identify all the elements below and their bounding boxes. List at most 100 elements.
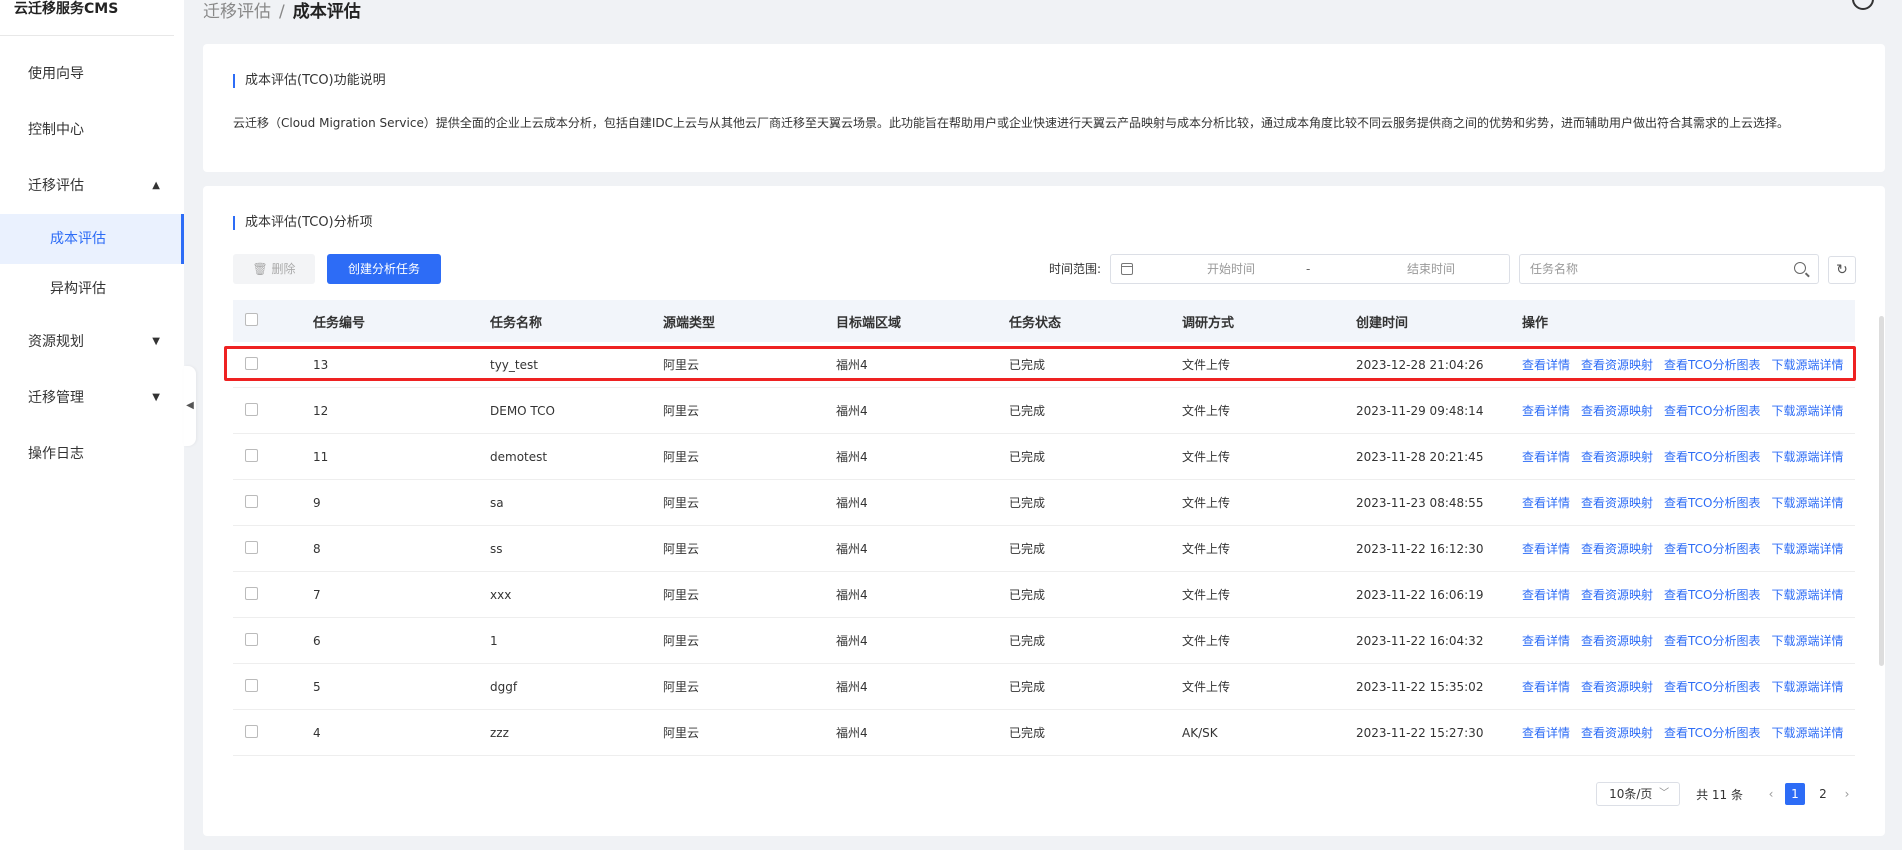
view-details-link[interactable]: 查看详情 [1522,634,1570,648]
prev-page-button[interactable]: ‹ [1761,787,1781,801]
view-details-link[interactable]: 查看详情 [1522,680,1570,694]
cell-target-region: 福州4 [836,588,868,602]
refresh-button[interactable]: ↻ [1828,256,1856,284]
date-range-picker[interactable]: 开始时间 - 结束时间 [1110,254,1510,284]
sidebar-item-operation-log[interactable]: 操作日志 [0,426,184,482]
next-page-button[interactable]: › [1837,787,1857,801]
calendar-icon [1121,263,1133,275]
view-resource-mapping-link[interactable]: 查看资源映射 [1581,726,1653,740]
download-source-details-link[interactable]: 下载源端详情 [1771,404,1843,418]
cell-task-id: 12 [313,403,329,418]
view-tco-chart-link[interactable]: 查看TCO分析图表 [1664,542,1760,556]
view-resource-mapping-link[interactable]: 查看资源映射 [1581,634,1653,648]
view-tco-chart-link[interactable]: 查看TCO分析图表 [1664,358,1760,372]
row-checkbox[interactable] [245,540,258,554]
cell-source-type: 阿里云 [663,542,700,556]
cell-task-name: DEMO TCO [490,403,555,418]
download-source-details-link[interactable]: 下载源端详情 [1771,588,1843,602]
view-tco-chart-link[interactable]: 查看TCO分析图表 [1664,726,1760,740]
view-resource-mapping-link[interactable]: 查看资源映射 [1581,680,1653,694]
sidebar-item-migration-assessment[interactable]: 迁移评估 ▲ [0,158,184,214]
cell-target-region: 福州4 [836,358,868,372]
start-date-input[interactable]: 开始时间 [1181,255,1281,283]
sidebar-item-resource-planning[interactable]: 资源规划 ▼ [0,314,184,370]
cell-created-time: 2023-11-22 16:06:19 [1356,587,1484,602]
cell-task-name: xxx [490,587,512,602]
view-tco-chart-link[interactable]: 查看TCO分析图表 [1664,404,1760,418]
page-size-select[interactable]: 10条/页 ﹀ [1596,782,1681,806]
chevron-up-icon: ▲ [152,180,160,191]
page-2-button[interactable]: 2 [1813,783,1833,805]
header-created-time: 创建时间 [1356,315,1409,331]
download-source-details-link[interactable]: 下载源端详情 [1771,680,1843,694]
sidebar-item-heterogeneous-assessment[interactable]: 异构评估 [0,264,184,314]
sidebar-item-cost-assessment[interactable]: 成本评估 [0,214,184,264]
view-details-link[interactable]: 查看详情 [1522,542,1570,556]
cell-target-region: 福州4 [836,680,868,694]
cell-source-type: 阿里云 [663,404,700,418]
table-row: 11 demotest 阿里云 福州4 已完成 文件上传 2023-11-28 20:21:… [233,434,1855,480]
view-tco-chart-link[interactable]: 查看TCO分析图表 [1664,496,1760,510]
sidebar-item-guide[interactable]: 使用向导 [0,46,184,102]
create-task-button[interactable]: 创建分析任务 [327,254,441,284]
view-details-link[interactable]: 查看详情 [1522,726,1570,740]
breadcrumb-parent[interactable]: 迁移评估 [203,2,271,22]
sidebar-collapse-toggle[interactable]: ◀ [184,366,196,446]
cell-task-status: 已完成 [1009,358,1046,372]
row-checkbox[interactable] [245,724,258,738]
view-details-link[interactable]: 查看详情 [1522,496,1570,510]
row-checkbox[interactable] [245,678,258,692]
view-resource-mapping-link[interactable]: 查看资源映射 [1581,358,1653,372]
view-resource-mapping-link[interactable]: 查看资源映射 [1581,450,1653,464]
download-source-details-link[interactable]: 下载源端详情 [1771,634,1843,648]
view-details-link[interactable]: 查看详情 [1522,404,1570,418]
sidebar-item-migration-management[interactable]: 迁移管理 ▼ [0,370,184,426]
search-input[interactable] [1520,255,1770,283]
view-resource-mapping-link[interactable]: 查看资源映射 [1581,496,1653,510]
download-source-details-link[interactable]: 下载源端详情 [1771,450,1843,464]
view-details-link[interactable]: 查看详情 [1522,450,1570,464]
end-date-input[interactable]: 结束时间 [1381,255,1481,283]
cell-task-status: 已完成 [1009,542,1046,556]
chevron-left-icon: ◀ [186,400,194,411]
search-icon[interactable] [1794,262,1806,274]
view-tco-chart-link[interactable]: 查看TCO分析图表 [1664,634,1760,648]
table-row: 9 sa 阿里云 福州4 已完成 文件上传 2023-11-23 08:48:55 查看详情查… [233,480,1855,526]
header-task-id: 任务编号 [313,315,366,331]
download-source-details-link[interactable]: 下载源端详情 [1771,496,1843,510]
cell-task-id: 6 [313,633,321,648]
user-avatar-icon[interactable] [1852,0,1874,10]
cell-created-time: 2023-11-29 09:48:14 [1356,403,1484,418]
cell-task-status: 已完成 [1009,588,1046,602]
view-resource-mapping-link[interactable]: 查看资源映射 [1581,404,1653,418]
view-details-link[interactable]: 查看详情 [1522,358,1570,372]
delete-button[interactable]: 🗑︎ 删除 [233,254,315,284]
view-tco-chart-link[interactable]: 查看TCO分析图表 [1664,588,1760,602]
row-checkbox[interactable] [245,356,258,370]
view-resource-mapping-link[interactable]: 查看资源映射 [1581,588,1653,602]
row-checkbox[interactable] [245,586,258,600]
cell-source-type: 阿里云 [663,634,700,648]
view-tco-chart-link[interactable]: 查看TCO分析图表 [1664,450,1760,464]
cell-survey-method: 文件上传 [1182,588,1231,602]
download-source-details-link[interactable]: 下载源端详情 [1771,542,1843,556]
cell-actions: 查看详情 查看资源映射 查看TCO分析图表 下载源端详情 [1522,494,1855,511]
view-details-link[interactable]: 查看详情 [1522,588,1570,602]
table-scrollbar[interactable] [1879,316,1884,666]
cell-task-status: 已完成 [1009,680,1046,694]
page-1-button[interactable]: 1 [1785,783,1805,805]
row-checkbox[interactable] [245,494,258,508]
cell-target-region: 福州4 [836,404,868,418]
cell-source-type: 阿里云 [663,496,700,510]
select-all-checkbox[interactable] [245,312,258,326]
row-checkbox[interactable] [245,448,258,462]
task-table: 任务编号 任务名称 源端类型 目标端区域 任务状态 调研方式 创建时间 操作 1… [233,300,1855,756]
download-source-details-link[interactable]: 下载源端详情 [1771,358,1843,372]
row-checkbox[interactable] [245,402,258,416]
cell-task-status: 已完成 [1009,496,1046,510]
view-resource-mapping-link[interactable]: 查看资源映射 [1581,542,1653,556]
sidebar-item-console[interactable]: 控制中心 [0,102,184,158]
download-source-details-link[interactable]: 下载源端详情 [1771,726,1843,740]
row-checkbox[interactable] [245,632,258,646]
view-tco-chart-link[interactable]: 查看TCO分析图表 [1664,680,1760,694]
